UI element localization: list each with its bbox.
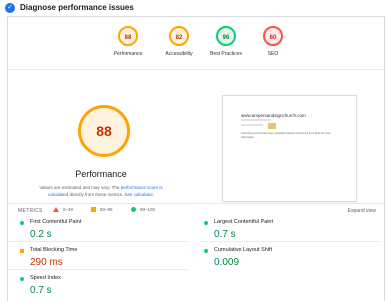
legend-poor: 0–49 — [53, 207, 73, 213]
report-card: 88 Performance 82 Accessibility 96 Best … — [7, 16, 385, 301]
metric-name: First Contentful Paint — [30, 219, 82, 225]
metric-value: 0.7 s — [30, 285, 52, 296]
divider — [200, 241, 380, 242]
screenshot-caption: Upcoming events have been scheduled plea… — [241, 132, 331, 139]
gauge-label: SEO — [267, 51, 279, 57]
metric-value: 0.009 — [214, 257, 240, 268]
metric-name: Total Blocking Time — [30, 247, 78, 253]
gauge-score: 88 — [118, 26, 138, 46]
performance-score-gauge: 88 — [78, 105, 130, 157]
page-screenshot: www.ampersandsignchurch.com Upcoming eve… — [222, 95, 357, 202]
screenshot-line — [241, 124, 263, 126]
metric-value: 0.2 s — [30, 229, 52, 240]
screenshot-line — [241, 119, 271, 121]
good-circle-icon — [20, 221, 24, 225]
screenshot-site: www.ampersandsignchurch.com — [241, 113, 306, 118]
gauge-performance[interactable]: 88 Performance — [105, 26, 151, 57]
divider — [8, 241, 188, 242]
check-icon: ✓ — [5, 3, 15, 13]
good-circle-icon — [20, 277, 24, 281]
metric-name: Speed Index — [30, 275, 61, 281]
square-icon — [91, 207, 96, 213]
metric-name: Largest Contentful Paint — [214, 219, 274, 225]
metric-value: 0.7 s — [214, 229, 236, 240]
circle-icon — [131, 207, 136, 213]
gauge-label: Accessibility — [165, 51, 193, 57]
legend-average: 50–89 — [91, 207, 113, 213]
calculator-link[interactable]: See calculator. — [125, 192, 155, 197]
performance-title: Performance — [75, 169, 127, 179]
score-legend: 0–49 50–89 90–100 — [53, 207, 163, 215]
gauge-score: 96 — [216, 26, 236, 46]
divider — [8, 69, 384, 70]
good-circle-icon — [204, 249, 208, 253]
average-square-icon — [20, 249, 24, 253]
gauge-label: Performance — [113, 51, 143, 57]
good-circle-icon — [204, 221, 208, 225]
gauge-label: Best Practices — [210, 51, 242, 57]
screenshot-image — [268, 123, 276, 129]
divider — [8, 269, 188, 270]
gauge-score: 60 — [263, 26, 283, 46]
legend-good: 90–100 — [131, 207, 155, 213]
metric-value: 290 ms — [30, 257, 63, 268]
section-title: Diagnose performance issues — [20, 3, 134, 12]
divider — [8, 203, 384, 204]
gauge-seo[interactable]: 60 SEO — [250, 26, 296, 57]
triangle-icon — [53, 207, 59, 213]
performance-description: Values are estimated and may vary. The p… — [39, 185, 163, 197]
gauge-accessibility[interactable]: 82 Accessibility — [156, 26, 202, 57]
expand-view-toggle[interactable]: Expand view — [348, 208, 376, 214]
metric-name: Cumulative Layout Shift — [214, 247, 273, 253]
metrics-heading: METRICS — [18, 208, 43, 214]
gauge-best-practices[interactable]: 96 Best Practices — [203, 26, 249, 57]
gauge-score: 82 — [169, 26, 189, 46]
